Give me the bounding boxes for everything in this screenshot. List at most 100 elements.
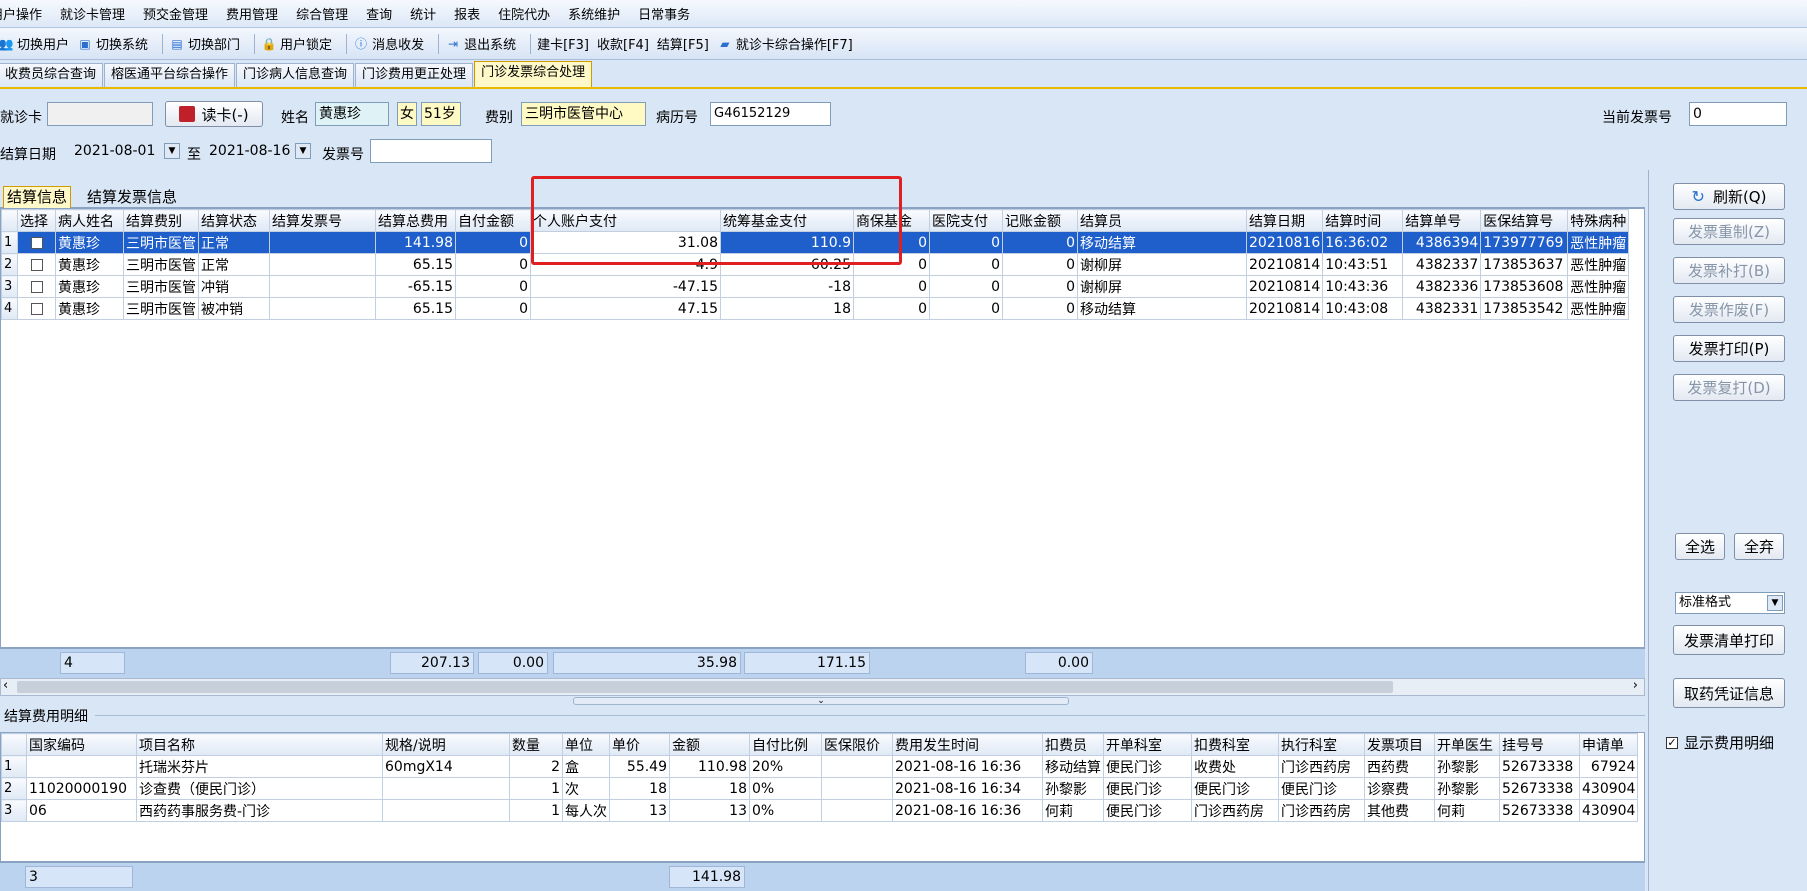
table-cell[interactable]: 2021-08-16 16:36 bbox=[892, 799, 1043, 822]
table-cell[interactable]: 三明市医管 bbox=[123, 297, 199, 320]
table-cell[interactable]: 2021-08-16 16:36 bbox=[892, 755, 1043, 778]
table-cell[interactable]: 诊查费（便民门诊） bbox=[136, 777, 383, 800]
table-cell[interactable]: 其他费 bbox=[1364, 799, 1435, 822]
column-header[interactable]: 结算时间 bbox=[1322, 209, 1404, 232]
scroll-right-icon[interactable]: › bbox=[1633, 678, 1638, 693]
table-cell[interactable]: 谢柳屏 bbox=[1077, 253, 1247, 276]
table-cell[interactable]: 06 bbox=[26, 799, 137, 822]
column-header[interactable]: 扣费员 bbox=[1042, 733, 1104, 756]
invoice-copy-print-button[interactable]: 发票复打(D) bbox=[1673, 374, 1785, 401]
table-cell[interactable]: 67924 bbox=[1578, 755, 1639, 778]
table-cell[interactable]: -47.15 bbox=[530, 275, 721, 298]
table-cell[interactable]: 恶性肿瘤 bbox=[1567, 297, 1630, 320]
table-cell[interactable]: 0 bbox=[455, 297, 531, 320]
table-cell[interactable]: 每人次 bbox=[562, 799, 610, 822]
column-header[interactable]: 开单科室 bbox=[1103, 733, 1192, 756]
column-header[interactable]: 结算费别 bbox=[123, 209, 199, 232]
table-cell[interactable]: 0 bbox=[929, 297, 1003, 320]
table-cell[interactable]: 0 bbox=[853, 297, 930, 320]
scroll-left-icon[interactable]: ‹ bbox=[3, 678, 8, 693]
age-field[interactable]: 51岁 bbox=[421, 102, 461, 126]
table-cell[interactable]: 恶性肿瘤 bbox=[1567, 275, 1630, 298]
table-cell[interactable]: 西药药事服务费-门诊 bbox=[136, 799, 383, 822]
column-header[interactable]: 结算总费用 bbox=[375, 209, 456, 232]
table-cell[interactable]: 诊察费 bbox=[1364, 777, 1435, 800]
table-cell[interactable]: 次 bbox=[562, 777, 610, 800]
toolbar-button[interactable]: ▣ 切换系统 bbox=[77, 34, 148, 54]
table-cell[interactable]: 便民门诊 bbox=[1103, 777, 1192, 800]
toolbar-button[interactable]: ⇥ 退出系统 bbox=[445, 34, 516, 54]
table-cell[interactable]: 黄惠珍 bbox=[55, 231, 124, 254]
table-cell[interactable]: 门诊西药房 bbox=[1278, 755, 1365, 778]
table-cell[interactable]: 20210814 bbox=[1245, 253, 1324, 276]
card-input[interactable] bbox=[47, 102, 153, 126]
table-cell[interactable]: 0 bbox=[1002, 275, 1078, 298]
menu-item[interactable]: 日常事务 bbox=[638, 4, 690, 23]
table-cell[interactable]: 430904 bbox=[1578, 799, 1639, 822]
table-cell[interactable]: 10:43:51 bbox=[1322, 253, 1404, 276]
table-row[interactable]: 3 06 西药药事服务费-门诊 1 每人次 13 13 0% 2021-08-16 16:36 何… bbox=[1, 799, 1639, 822]
menu-item[interactable]: 费用管理 bbox=[226, 4, 278, 23]
show-detail-toggle[interactable]: ✓ 显示费用明细 bbox=[1666, 732, 1774, 753]
column-header[interactable]: 医保结算号 bbox=[1480, 209, 1569, 232]
table-cell[interactable]: -65.15 bbox=[375, 275, 456, 298]
splitter-handle[interactable]: ⌄ bbox=[573, 697, 1069, 706]
table-cell[interactable]: 60mgX14 bbox=[382, 755, 510, 778]
toolbar-button[interactable]: 👥 切换用户 bbox=[0, 34, 69, 54]
toolbar-button[interactable]: ▤ 切换部门 bbox=[169, 34, 240, 54]
column-header[interactable]: 挂号号 bbox=[1499, 733, 1580, 756]
toolbar-button[interactable]: ▰ 就诊卡综合操作[F7] bbox=[717, 34, 853, 54]
sex-field[interactable]: 女 bbox=[397, 102, 417, 126]
table-cell[interactable]: 18 bbox=[609, 777, 670, 800]
checkbox-icon[interactable] bbox=[30, 258, 43, 271]
table-cell[interactable]: 20210814 bbox=[1245, 275, 1324, 298]
table-cell[interactable]: 便民门诊 bbox=[1103, 799, 1192, 822]
menu-item[interactable]: 综合管理 bbox=[296, 4, 348, 23]
column-header[interactable]: 医保限价 bbox=[821, 733, 893, 756]
invoice-reissue-button[interactable]: 发票重制(Z) bbox=[1673, 218, 1785, 245]
table-cell[interactable]: 430904 bbox=[1578, 777, 1639, 800]
table-cell[interactable]: -18 bbox=[720, 275, 854, 298]
invoice-no-field[interactable] bbox=[370, 139, 492, 163]
chevron-down-icon[interactable]: ▼ bbox=[295, 143, 311, 159]
column-header[interactable]: 规格/说明 bbox=[382, 733, 510, 756]
table-cell[interactable] bbox=[17, 297, 56, 320]
table-cell[interactable]: 黄惠珍 bbox=[55, 253, 124, 276]
table-cell[interactable]: 47.15 bbox=[530, 297, 721, 320]
checkbox-icon[interactable] bbox=[30, 236, 43, 249]
table-cell[interactable]: 托瑞米芬片 bbox=[136, 755, 383, 778]
table-cell[interactable]: 正常 bbox=[198, 231, 270, 254]
table-cell[interactable]: 西药费 bbox=[1364, 755, 1435, 778]
table-cell[interactable]: 便民门诊 bbox=[1191, 777, 1279, 800]
table-cell[interactable]: 0% bbox=[749, 777, 822, 800]
table-cell[interactable]: 52673338 bbox=[1499, 755, 1580, 778]
date-from-picker[interactable]: 2021-08-01 ▼ bbox=[70, 139, 182, 163]
table-cell[interactable]: 20210814 bbox=[1245, 297, 1324, 320]
table-cell[interactable]: 16:36:02 bbox=[1322, 231, 1404, 254]
table-row[interactable]: 4 黄惠珍 三明市医管 被冲销 65.15 0 47.15 18 0 0 0 移动结算 20210814… bbox=[1, 297, 1630, 320]
settle-hscrollbar[interactable]: ‹ › bbox=[0, 678, 1645, 696]
table-cell[interactable]: 0 bbox=[1002, 231, 1078, 254]
table-cell[interactable]: 1 bbox=[509, 777, 563, 800]
table-cell[interactable]: 13 bbox=[669, 799, 750, 822]
table-cell[interactable]: 4382337 bbox=[1402, 253, 1482, 276]
table-cell[interactable]: 65.15 bbox=[375, 253, 456, 276]
toolbar-button[interactable]: 🔒 用户锁定 bbox=[261, 34, 333, 54]
table-cell[interactable]: 何莉 bbox=[1042, 799, 1104, 822]
table-cell[interactable]: 13 bbox=[609, 799, 670, 822]
table-cell[interactable]: 0 bbox=[853, 275, 930, 298]
table-cell[interactable] bbox=[26, 755, 137, 778]
table-cell[interactable]: 110.98 bbox=[669, 755, 750, 778]
column-header[interactable]: 自付金额 bbox=[455, 209, 531, 232]
tab-module[interactable]: 门诊病人信息查询 bbox=[236, 63, 355, 87]
table-cell[interactable]: 移动结算 bbox=[1077, 231, 1247, 254]
table-cell[interactable]: 黄惠珍 bbox=[55, 297, 124, 320]
table-cell[interactable]: 三明市医管 bbox=[123, 253, 199, 276]
column-header[interactable]: 医院支付 bbox=[929, 209, 1003, 232]
table-row[interactable]: 3 黄惠珍 三明市医管 冲销 -65.15 0 -47.15 -18 0 0 0 谢柳屏 2021081… bbox=[1, 275, 1630, 298]
tab-module[interactable]: 榕医通平台综合操作 bbox=[104, 63, 236, 87]
current-invoice-field[interactable]: 0 bbox=[1689, 102, 1787, 126]
table-cell[interactable]: 三明市医管 bbox=[123, 275, 199, 298]
column-header[interactable]: 自付比例 bbox=[749, 733, 822, 756]
toolbar-button[interactable]: 建卡[F3] bbox=[537, 34, 589, 53]
